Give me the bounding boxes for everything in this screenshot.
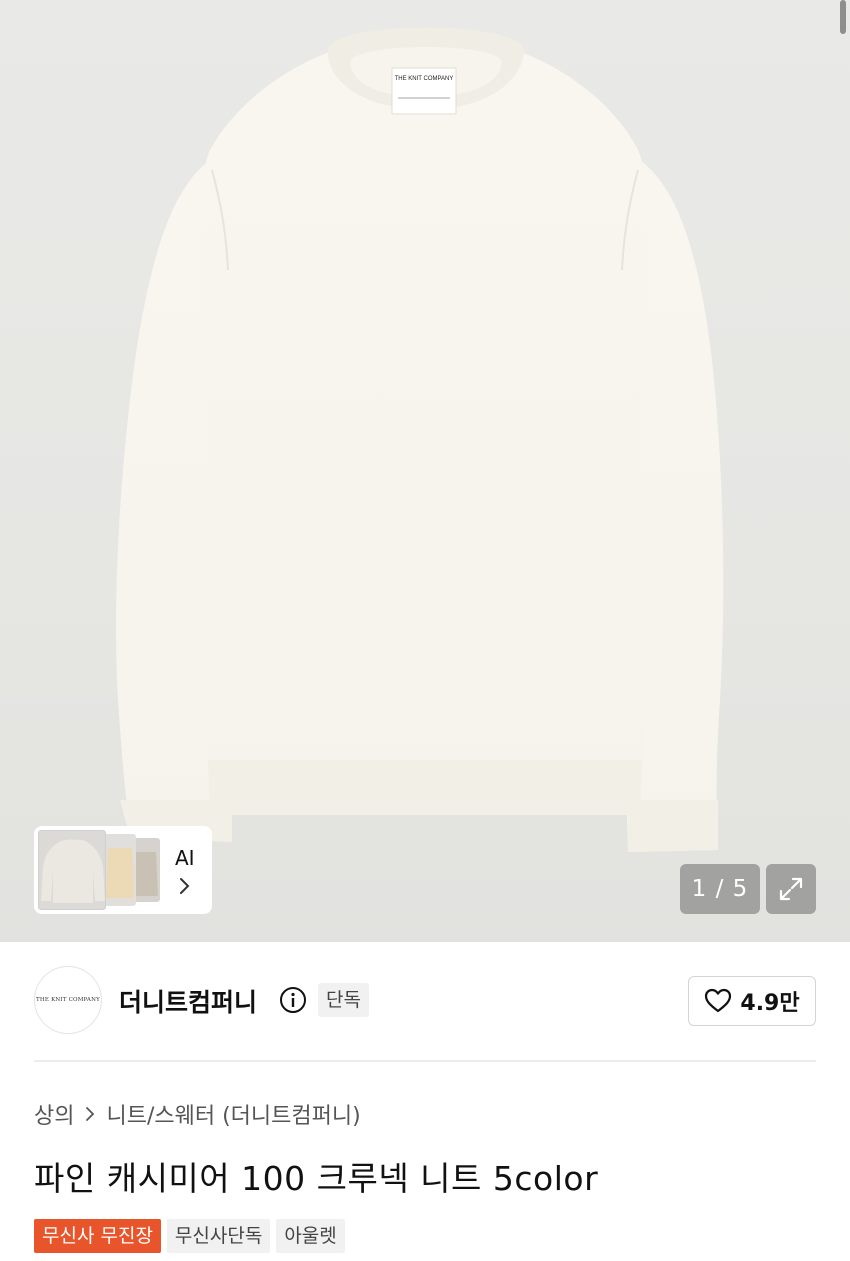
section-divider [34,1060,816,1062]
scrollbar-thumb[interactable] [840,0,846,34]
tag-outlet[interactable]: 아울렛 [276,1219,345,1253]
ai-thumbnail-2 [102,834,136,906]
sweater-image: THE KNIT COMPANY [115,27,724,852]
image-counter: 1 / 5 [680,864,760,914]
collar-label-text: THE KNIT COMPANY [395,76,454,82]
expand-arrows-icon [779,877,803,901]
breadcrumb-category[interactable]: 상의 [34,1098,74,1130]
info-circle-icon[interactable] [279,986,307,1014]
ai-label: AI [175,846,195,870]
breadcrumb: 상의 니트/스웨터 (더니트컴퍼니) [34,1098,361,1130]
chevron-right-icon [86,1107,95,1121]
breadcrumb-subcategory[interactable]: 니트/스웨터 (더니트컴퍼니) [106,1098,360,1130]
product-image-gallery[interactable]: THE KNIT COMPANY AI 1 / 5 [0,0,850,942]
heart-outline-icon [705,988,732,1013]
expand-image-button[interactable] [766,864,816,914]
tag-musinsa-mujinjang[interactable]: 무신사 무진장 [34,1219,161,1253]
ai-similar-items-card[interactable]: AI [34,826,212,914]
exclusive-badge: 단독 [318,983,369,1017]
brand-row: THE KNIT COMPANY 더니트컴퍼니 단독 4.9만 [34,966,816,1034]
tag-musinsa-exclusive[interactable]: 무신사단독 [166,1219,271,1253]
chevron-right-icon [180,878,190,894]
brand-logo-text: THE KNIT COMPANY [36,997,100,1003]
ai-thumbnail-1 [38,830,106,910]
product-title: 파인 캐시미어 100 크루넥 니트 5color [34,1159,599,1198]
like-button[interactable]: 4.9만 [688,976,816,1026]
like-count: 4.9만 [740,991,800,1016]
brand-logo[interactable]: THE KNIT COMPANY [34,966,102,1034]
product-tags: 무신사 무진장 무신사단독 아울렛 [34,1219,345,1253]
brand-name[interactable]: 더니트컴퍼니 [119,983,257,1019]
